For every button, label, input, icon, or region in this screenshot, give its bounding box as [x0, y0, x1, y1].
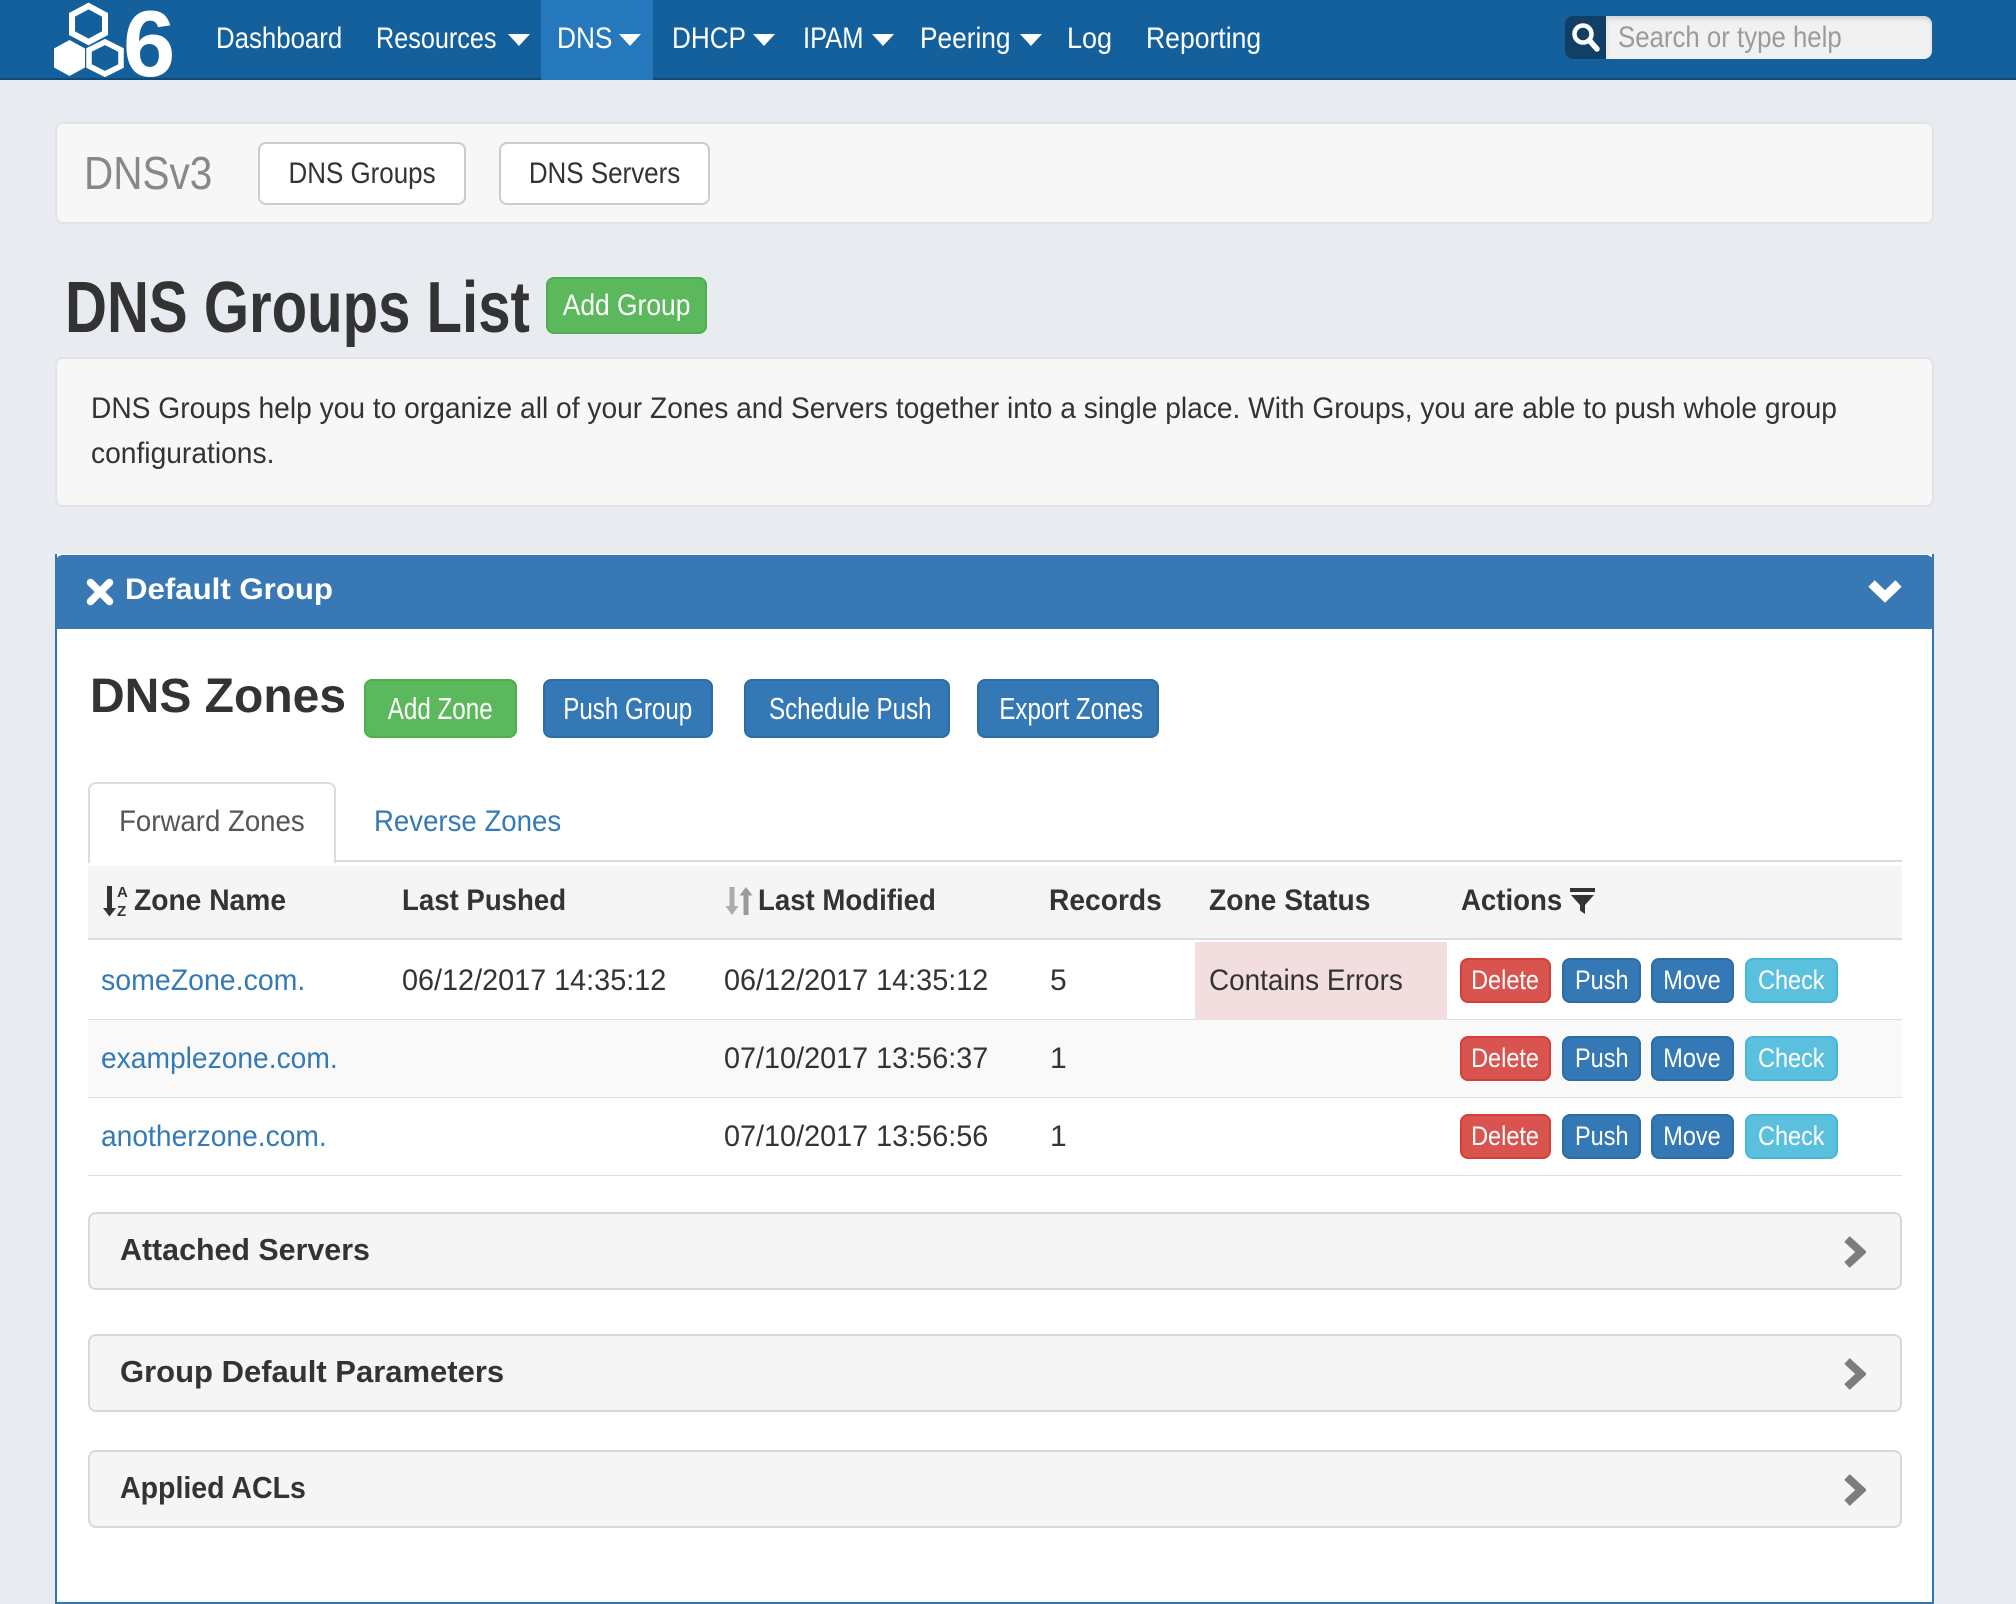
svg-text:A: A [117, 885, 128, 901]
svg-text:6: 6 [123, 0, 175, 80]
svg-text:Z: Z [117, 903, 126, 917]
